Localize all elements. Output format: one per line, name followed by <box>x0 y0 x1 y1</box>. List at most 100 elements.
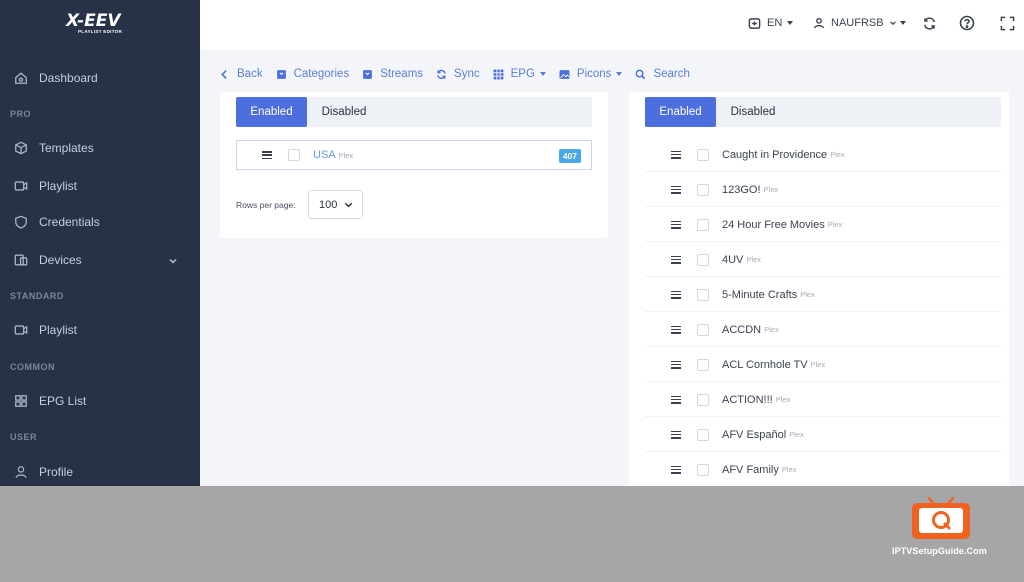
rows-per-page-value: 100 <box>319 198 338 211</box>
list-item[interactable]: ACCDN Plex <box>645 313 1001 347</box>
sidebar-item-dashboard[interactable]: Dashboard <box>0 63 200 93</box>
sidebar-item-profile[interactable]: Profile <box>0 457 200 486</box>
row-checkbox[interactable] <box>697 358 709 371</box>
drag-handle-icon[interactable] <box>262 151 272 159</box>
drag-handle-icon[interactable] <box>671 255 681 264</box>
tab-disabled[interactable]: Disabled <box>716 97 790 127</box>
help-button[interactable] <box>959 14 975 32</box>
chevron-down-icon[interactable] <box>168 255 178 265</box>
app-window: X-EEV PLAYLIST EDITOR Dashboard PRO Temp… <box>0 0 1024 486</box>
drag-handle-icon[interactable] <box>671 360 681 369</box>
count-badge: 407 <box>558 149 581 163</box>
list-item[interactable]: ACTION!!! Plex <box>645 383 1001 417</box>
home-icon <box>14 71 28 85</box>
channel-tag: Plex <box>764 325 779 334</box>
sidebar-item-templates[interactable]: Templates <box>0 133 200 163</box>
bookmark-icon <box>276 69 287 80</box>
drag-handle-icon[interactable] <box>671 430 681 439</box>
drag-handle-icon[interactable] <box>671 185 681 194</box>
sidebar-item-playlist-pro[interactable]: Playlist <box>0 171 200 201</box>
chevron-down-icon <box>344 202 353 208</box>
row-checkbox[interactable] <box>697 183 709 196</box>
categories-panel: Enabled Disabled USA Plex 407 Rows per p… <box>220 92 608 238</box>
row-checkbox[interactable] <box>697 463 709 476</box>
list-item[interactable]: 4UV Plex <box>645 243 1001 277</box>
categories-button[interactable]: Categories <box>276 68 349 80</box>
row-checkbox[interactable] <box>697 253 709 266</box>
category-name: USA <box>313 149 336 161</box>
row-checkbox[interactable] <box>697 148 709 161</box>
sync-label: Sync <box>454 68 480 80</box>
sidebar-item-label: Credentials <box>39 215 100 229</box>
list-item[interactable]: 5-Minute Crafts Plex <box>645 278 1001 312</box>
list-item[interactable]: AFV Español Plex <box>645 418 1001 452</box>
row-checkbox[interactable] <box>697 218 709 231</box>
search-icon <box>635 69 646 80</box>
app-logo[interactable]: X-EEV PLAYLIST EDITOR <box>66 12 122 38</box>
drag-handle-icon[interactable] <box>671 220 681 229</box>
logo-main-text: X-EEV <box>66 11 121 31</box>
channel-tag: Plex <box>746 255 761 264</box>
channel-name: AFV Family <box>722 463 779 476</box>
search-button[interactable]: Search <box>635 68 690 80</box>
sidebar-item-credentials[interactable]: Credentials <box>0 207 200 237</box>
list-item[interactable]: Caught in Providence Plex <box>645 138 1001 172</box>
language-selector[interactable]: EN <box>748 14 794 32</box>
caret-down-icon <box>616 72 623 76</box>
channel-tag: Plex <box>781 465 797 474</box>
sync-button[interactable]: Sync <box>436 68 480 80</box>
sidebar-item-playlist-standard[interactable]: Playlist <box>0 315 200 345</box>
caret-down-icon <box>899 21 906 25</box>
section-label-pro: PRO <box>10 109 32 119</box>
channel-name: 123GO! <box>722 183 761 196</box>
toolbar: Back Categories Streams Sync EPG Picons … <box>219 66 703 82</box>
rows-per-page-select[interactable]: 100 <box>308 190 363 219</box>
sidebar-item-label: Templates <box>39 141 94 155</box>
channel-name: 5-Minute Crafts <box>722 288 798 301</box>
tab-enabled[interactable]: Enabled <box>236 97 307 127</box>
drag-handle-icon[interactable] <box>671 465 681 474</box>
fullscreen-button[interactable] <box>1000 14 1015 32</box>
list-item[interactable]: 123GO! Plex <box>645 173 1001 207</box>
sidebar-item-label: Devices <box>39 253 82 267</box>
top-bar: EN NAUFRSB <box>200 0 1024 50</box>
tab-enabled[interactable]: Enabled <box>645 97 716 127</box>
refresh-button[interactable] <box>922 14 937 32</box>
sidebar-item-epg-list[interactable]: EPG List <box>0 386 200 416</box>
category-row[interactable]: USA Plex 407 <box>236 140 592 170</box>
drag-handle-icon[interactable] <box>671 325 681 334</box>
streams-button[interactable]: Streams <box>362 68 423 80</box>
channel-tag: Plex <box>800 290 815 299</box>
picons-dropdown[interactable]: Picons <box>559 68 623 80</box>
channel-tag: Plex <box>763 185 779 194</box>
channel-name: ACL Cornhole TV <box>722 358 808 371</box>
image-icon <box>559 69 570 80</box>
chevron-down-icon <box>889 21 896 26</box>
sidebar-item-devices[interactable]: Devices <box>0 245 200 275</box>
sync-icon <box>436 69 447 80</box>
epg-dropdown[interactable]: EPG <box>493 68 546 80</box>
sidebar-item-label: Dashboard <box>39 71 98 85</box>
row-checkbox[interactable] <box>697 323 709 336</box>
channel-name: 4UV <box>722 253 744 266</box>
list-item[interactable]: AFV Family Plex <box>645 453 1001 486</box>
row-checkbox[interactable] <box>697 428 709 441</box>
rows-per-page-label: Rows per page: <box>236 200 296 210</box>
row-checkbox[interactable] <box>697 288 709 301</box>
drag-handle-icon[interactable] <box>671 150 681 159</box>
user-menu[interactable]: NAUFRSB <box>813 14 906 32</box>
back-button[interactable]: Back <box>219 68 263 80</box>
drag-handle-icon[interactable] <box>671 395 681 404</box>
row-checkbox[interactable] <box>697 393 709 406</box>
grid-icon <box>14 394 28 408</box>
channel-tag: Plex <box>810 360 826 369</box>
categories-tabbar: Enabled Disabled <box>236 97 592 127</box>
tv-logo-icon <box>912 497 970 539</box>
channel-name: 24 Hour Free Movies <box>722 218 825 231</box>
row-checkbox[interactable] <box>288 149 300 161</box>
tab-disabled[interactable]: Disabled <box>307 97 381 127</box>
drag-handle-icon[interactable] <box>671 290 681 299</box>
list-item[interactable]: 24 Hour Free Movies Plex <box>645 208 1001 242</box>
list-item[interactable]: ACL Cornhole TV Plex <box>645 348 1001 382</box>
language-icon <box>748 17 761 29</box>
